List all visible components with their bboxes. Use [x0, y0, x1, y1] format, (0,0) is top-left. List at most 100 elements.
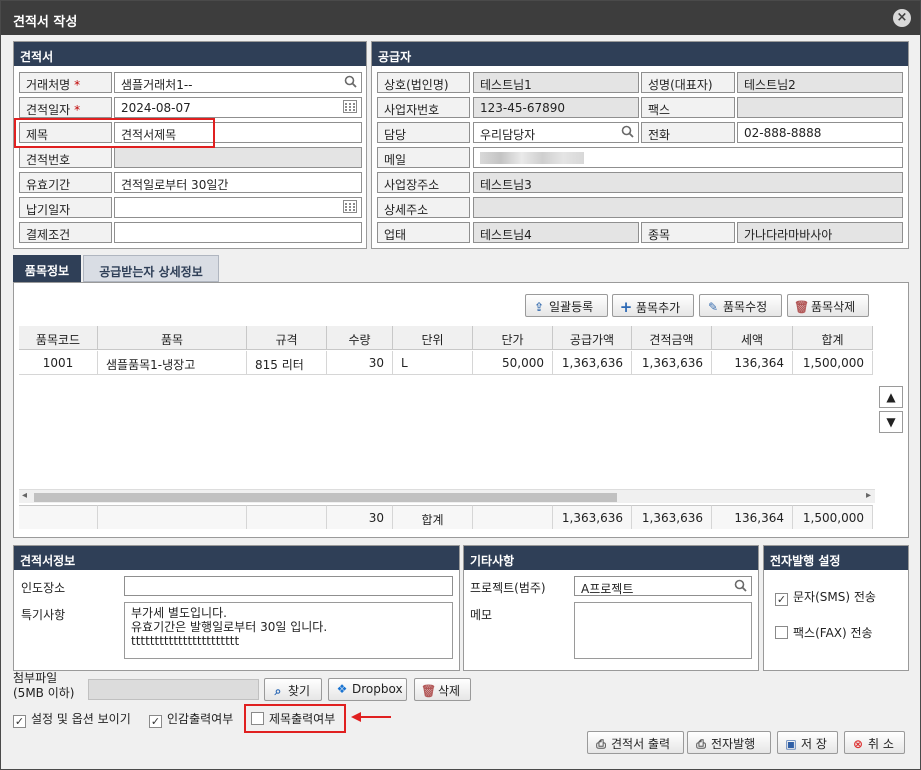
calendar-icon[interactable] — [343, 100, 357, 117]
delete-file-button[interactable]: 🗑 삭제 — [414, 678, 471, 701]
col-header-spec[interactable]: 규격 — [247, 326, 327, 350]
move-up-button[interactable]: ▲ — [879, 386, 903, 408]
tab-item-info[interactable]: 품목정보 — [13, 255, 81, 282]
validity-label-text: 유효기간 — [26, 178, 71, 192]
table-cell-qty[interactable]: 30 — [327, 351, 393, 375]
delivery-date-field[interactable] — [114, 197, 362, 218]
validity-field[interactable]: 견적일로부터 30일간 — [114, 172, 362, 193]
supplier-ceo-label: 성명(대표자) — [641, 72, 735, 93]
seal-option[interactable]: ✓ 인감출력여부 — [149, 710, 233, 728]
seal-label: 인감출력여부 — [167, 712, 234, 726]
required-mark: * — [74, 78, 81, 92]
edit-item-button[interactable]: ✎ 품목수정 — [699, 294, 782, 317]
find-file-button[interactable]: ⌕ 찾기 — [264, 678, 322, 701]
edit-item-label: 품목수정 — [723, 300, 768, 314]
estimate-date-field[interactable]: 2024-08-07 — [114, 97, 362, 118]
table-cell-supply-amount[interactable]: 1,363,636 — [553, 351, 632, 375]
payment-terms-field[interactable] — [114, 222, 362, 243]
table-cell-unit-price[interactable]: 50,000 — [473, 351, 553, 375]
supplier-biztype-value: 테스트님4 — [473, 222, 639, 243]
notes-textarea[interactable]: 부가세 별도입니다. 유효기간은 발행일로부터 30일 입니다. ttttttt… — [124, 602, 453, 659]
delete-item-button[interactable]: 🗑 품목삭제 — [787, 294, 869, 317]
delivery-input[interactable] — [124, 576, 453, 596]
dialog-title: 견적서 작성 — [13, 15, 78, 30]
supplier-biztype-label: 업태 — [377, 222, 470, 243]
col-header-unit-price[interactable]: 단가 — [473, 326, 553, 350]
calendar-icon[interactable] — [343, 200, 357, 217]
tab-buyer-detail[interactable]: 공급받는자 상세정보 — [83, 255, 219, 282]
col-header-qty[interactable]: 수량 — [327, 326, 393, 350]
fax-option[interactable]: 팩스(FAX) 전송 — [775, 624, 873, 641]
col-header-unit[interactable]: 단위 — [393, 326, 473, 350]
col-header-estimate-amount[interactable]: 견적금액 — [632, 326, 712, 350]
scroll-thumb[interactable] — [34, 493, 617, 502]
floppy-icon: ▣ — [785, 737, 797, 751]
attach-file-input[interactable] — [88, 679, 259, 700]
memo-textarea[interactable] — [574, 602, 752, 659]
supplier-manager-label: 담당 — [377, 122, 470, 143]
project-value: A프로젝트 — [581, 582, 634, 596]
table-cell-unit[interactable]: L — [393, 351, 473, 375]
col-header-total[interactable]: 합계 — [793, 326, 873, 350]
fax-label: 팩스(FAX) 전송 — [793, 626, 873, 640]
table-cell-spec[interactable]: 815 리터 — [247, 351, 327, 375]
redacted-email — [480, 152, 584, 164]
delivery-date-label-text: 납기일자 — [26, 203, 71, 217]
footer-cell-spec — [247, 505, 327, 529]
close-icon[interactable]: × — [893, 9, 911, 27]
search-icon[interactable] — [734, 579, 747, 595]
show-settings-label: 설정 및 옵션 보이기 — [31, 712, 131, 726]
cancel-button[interactable]: ⊗ 취 소 — [844, 731, 905, 754]
sms-option[interactable]: ✓ 문자(SMS) 전송 — [775, 588, 876, 606]
footer-cell-item-name — [98, 505, 247, 529]
estimate-info-header: 견적서정보 — [14, 546, 459, 570]
col-header-tax[interactable]: 세액 — [712, 326, 793, 350]
table-cell-item-name[interactable]: 샘플품목1-냉장고 — [98, 351, 247, 375]
notes-label: 특기사항 — [21, 608, 66, 622]
table-cell-total[interactable]: 1,500,000 — [793, 351, 873, 375]
supplier-email-field[interactable] — [473, 147, 903, 168]
save-button[interactable]: ▣ 저 장 — [777, 731, 838, 754]
delivery-label: 인도장소 — [21, 581, 66, 595]
grid-horizontal-scrollbar[interactable]: ◂ ▸ — [19, 489, 875, 503]
bulk-register-button[interactable]: ⇪ 일괄등록 — [525, 294, 608, 317]
show-settings-checkbox[interactable]: ✓ — [13, 715, 26, 728]
fax-checkbox[interactable] — [775, 626, 788, 639]
trash-icon: 🗑 — [794, 300, 810, 314]
dropbox-button[interactable]: ❖ Dropbox — [328, 678, 407, 701]
col-header-supply-amount[interactable]: 공급가액 — [553, 326, 632, 350]
client-name-value: 샘플거래처1-- — [121, 78, 193, 92]
estimate-dialog: 견적서 작성 × 견적서 거래처명 * 샘플거래처1-- 견적일자 * 2024-08-0… — [0, 0, 921, 770]
search-icon[interactable] — [621, 125, 634, 142]
sms-label: 문자(SMS) 전송 — [793, 590, 876, 604]
delete-item-label: 품목삭제 — [811, 300, 856, 314]
search-icon[interactable] — [344, 75, 357, 92]
scroll-left-icon[interactable]: ◂ — [22, 490, 27, 501]
supplier-phone-field[interactable]: 02-888-8888 — [737, 122, 903, 143]
table-cell-tax[interactable]: 136,364 — [712, 351, 793, 375]
table-cell-item-code[interactable]: 1001 — [19, 351, 98, 375]
supplier-bizno-label: 사업자번호 — [377, 97, 470, 118]
print-estimate-button[interactable]: ⎙ 견적서 출력 — [587, 731, 684, 754]
col-header-item-name[interactable]: 품목 — [98, 326, 247, 350]
supplier-fax-label: 팩스 — [641, 97, 735, 118]
supplier-manager-field[interactable]: 우리담당자 — [473, 122, 639, 143]
client-name-field[interactable]: 샘플거래처1-- — [114, 72, 362, 93]
e-issue-button[interactable]: ⎙ 전자발행 — [687, 731, 771, 754]
project-label: 프로젝트(범주) — [470, 581, 546, 595]
title-highlight — [14, 118, 215, 148]
supplier-address2-value — [473, 197, 903, 218]
show-settings-option[interactable]: ✓ 설정 및 옵션 보이기 — [13, 710, 131, 728]
seal-checkbox[interactable]: ✓ — [149, 715, 162, 728]
find-file-label: 찾기 — [288, 684, 311, 698]
table-cell-estimate-amount[interactable]: 1,363,636 — [632, 351, 712, 375]
project-field[interactable]: A프로젝트 — [574, 576, 752, 596]
add-item-button[interactable]: + 품목추가 — [612, 294, 694, 317]
scroll-right-icon[interactable]: ▸ — [866, 490, 871, 501]
supplier-ceo-value: 테스트님2 — [737, 72, 903, 93]
estimate-date-label-text: 견적일자 — [26, 103, 71, 117]
move-down-button[interactable]: ▼ — [879, 411, 903, 433]
col-header-item-code[interactable]: 품목코드 — [19, 326, 98, 350]
delivery-date-label: 납기일자 — [19, 197, 112, 218]
sms-checkbox[interactable]: ✓ — [775, 593, 788, 606]
